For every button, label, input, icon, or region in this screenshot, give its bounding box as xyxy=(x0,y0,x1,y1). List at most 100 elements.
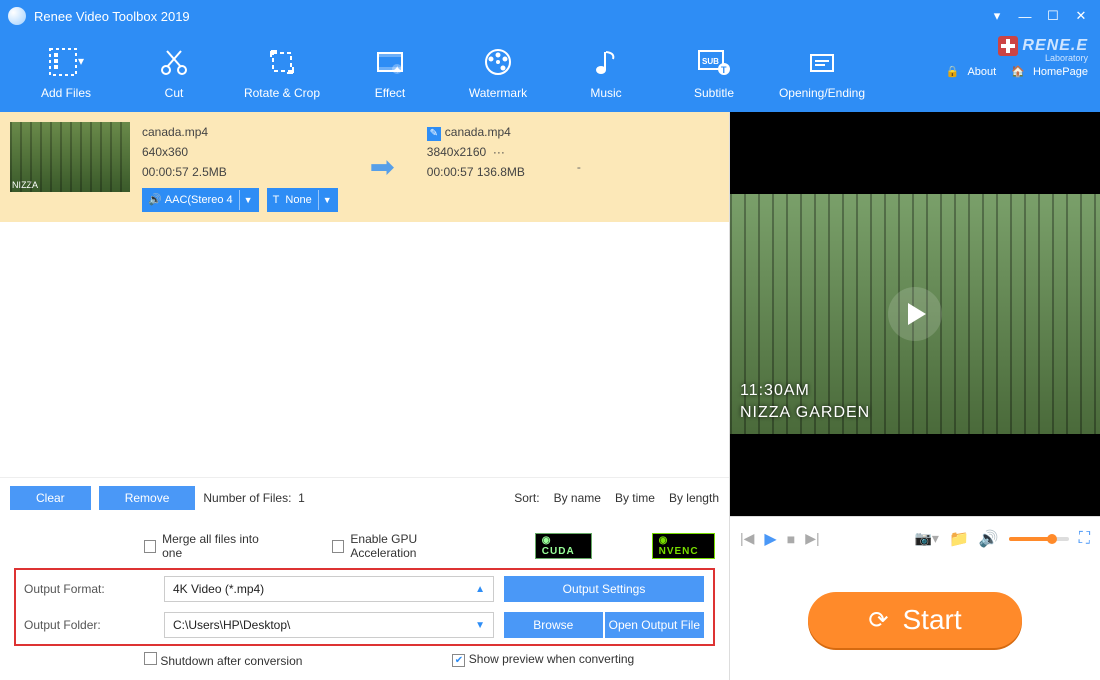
output-size: 136.8MB xyxy=(477,165,525,179)
tool-label: Music xyxy=(590,86,621,100)
progress-cell: - xyxy=(537,160,581,174)
main-toolbar: ▾ Add Files Cut Rotate & Crop ✦ Effect W… xyxy=(0,32,1100,112)
edit-icon[interactable]: ✎ xyxy=(427,127,441,141)
svg-text:▾: ▾ xyxy=(78,54,84,68)
tool-label: Watermark xyxy=(469,86,527,100)
volume-slider[interactable] xyxy=(1009,537,1069,541)
chevron-down-icon: ▼ xyxy=(239,190,253,210)
sort-label: Sort: xyxy=(514,491,539,505)
gpu-checkbox[interactable]: Enable GPU Acceleration xyxy=(332,532,474,560)
tool-label: Cut xyxy=(165,86,184,100)
svg-text:✦: ✦ xyxy=(393,65,401,76)
rotate-crop-button[interactable]: Rotate & Crop xyxy=(228,44,336,100)
arrow-icon: ➡ xyxy=(350,150,415,185)
cuda-badge: ◉ CUDA xyxy=(535,533,592,559)
tool-label: Subtitle xyxy=(694,86,734,100)
start-button[interactable]: ⟳Start xyxy=(808,592,1021,648)
checkbox-icon xyxy=(144,540,156,553)
play-overlay-icon[interactable] xyxy=(888,287,942,341)
maximize-button[interactable]: ☐ xyxy=(1042,5,1064,27)
audio-chip[interactable]: 🔊 AAC(Stereo 4▼ xyxy=(142,188,259,212)
volume-icon[interactable]: 🔊 xyxy=(979,529,999,549)
add-files-icon: ▾ xyxy=(48,44,84,80)
checkbox-icon xyxy=(332,540,344,553)
source-thumbnail[interactable]: NIZZA xyxy=(10,122,130,192)
source-duration: 00:00:57 xyxy=(142,165,189,179)
snapshot-button[interactable]: 📷▾ xyxy=(914,530,938,547)
text-icon: T xyxy=(273,190,280,210)
next-button[interactable]: ▶| xyxy=(805,530,819,547)
source-filename: canada.mp4 xyxy=(142,122,338,142)
app-title: Renee Video Toolbox 2019 xyxy=(34,9,190,24)
remove-button[interactable]: Remove xyxy=(99,486,196,510)
app-logo-icon xyxy=(8,7,26,25)
title-bar: Renee Video Toolbox 2019 ▾ — ☐ ✕ xyxy=(0,0,1100,32)
chevron-down-icon: ▼ xyxy=(318,190,332,210)
sort-by-time[interactable]: By time xyxy=(615,491,655,505)
svg-text:T: T xyxy=(721,65,727,75)
dropdown-icon[interactable]: ▾ xyxy=(986,5,1008,27)
add-files-button[interactable]: ▾ Add Files xyxy=(12,44,120,100)
opening-ending-button[interactable]: Opening/Ending xyxy=(768,44,876,100)
output-more[interactable]: ··· xyxy=(493,145,505,159)
bottom-panel: Merge all files into one Enable GPU Acce… xyxy=(0,518,729,680)
file-row[interactable]: NIZZA canada.mp4 640x360 00:00:57 2.5MB … xyxy=(0,112,729,222)
cut-icon xyxy=(156,44,192,80)
browse-button[interactable]: Browse xyxy=(504,612,603,638)
chevron-up-icon: ▲ xyxy=(475,584,485,595)
output-settings-group: Output Format: 4K Video (*.mp4)▲ Output … xyxy=(14,568,715,646)
open-output-button[interactable]: Open Output File xyxy=(605,612,704,638)
stop-button[interactable]: ■ xyxy=(787,531,795,547)
checkbox-icon: ✔ xyxy=(452,654,465,667)
preview-overlay-text: 11:30AM NIZZA GARDEN xyxy=(740,380,870,424)
output-settings-button[interactable]: Output Settings xyxy=(504,576,704,602)
homepage-link[interactable]: 🏠HomePage xyxy=(1005,66,1088,78)
brand-cross-icon xyxy=(998,36,1018,56)
lock-icon: 🔒 xyxy=(946,66,960,78)
file-list-area xyxy=(0,222,729,477)
music-button[interactable]: Music xyxy=(552,44,660,100)
cut-button[interactable]: Cut xyxy=(120,44,228,100)
clear-button[interactable]: Clear xyxy=(10,486,91,510)
shutdown-checkbox[interactable]: Shutdown after conversion xyxy=(144,652,302,668)
svg-text:SUB: SUB xyxy=(702,57,719,66)
minimize-button[interactable]: — xyxy=(1014,5,1036,27)
effect-icon: ✦ xyxy=(372,44,408,80)
list-footer: Clear Remove Number of Files: 1 Sort: By… xyxy=(0,477,729,518)
source-info: canada.mp4 640x360 00:00:57 2.5MB 🔊 AAC(… xyxy=(142,122,338,212)
subtitle-button[interactable]: SUBT Subtitle xyxy=(660,44,768,100)
watermark-icon xyxy=(480,44,516,80)
preview-player[interactable]: 11:30AM NIZZA GARDEN xyxy=(730,112,1100,516)
tool-label: Add Files xyxy=(41,86,91,100)
player-controls: |◀ ▶ ■ ▶| 📷▾ 📁 🔊 ⛶ xyxy=(730,516,1100,560)
output-info: ✎canada.mp4 3840x2160 ··· 00:00:57 136.8… xyxy=(427,122,525,182)
open-folder-button[interactable]: 📁 xyxy=(949,529,969,549)
prev-button[interactable]: |◀ xyxy=(740,530,754,547)
output-folder-label: Output Folder: xyxy=(24,618,154,632)
effect-button[interactable]: ✦ Effect xyxy=(336,44,444,100)
music-icon xyxy=(588,44,624,80)
close-button[interactable]: ✕ xyxy=(1070,5,1092,27)
tool-label: Opening/Ending xyxy=(779,86,865,100)
subtitle-icon: SUBT xyxy=(696,44,732,80)
output-format-select[interactable]: 4K Video (*.mp4)▲ xyxy=(164,576,494,602)
merge-checkbox[interactable]: Merge all files into one xyxy=(144,532,272,560)
fullscreen-button[interactable]: ⛶ xyxy=(1079,530,1090,548)
output-format-label: Output Format: xyxy=(24,582,154,596)
file-count-label: Number of Files: 1 xyxy=(203,491,304,505)
opening-ending-icon xyxy=(804,44,840,80)
tool-label: Rotate & Crop xyxy=(244,86,320,100)
source-size: 2.5MB xyxy=(192,165,227,179)
play-button[interactable]: ▶ xyxy=(764,529,776,549)
source-resolution: 640x360 xyxy=(142,142,338,162)
output-folder-select[interactable]: C:\Users\HP\Desktop\▼ xyxy=(164,612,494,638)
output-filename: canada.mp4 xyxy=(445,125,511,139)
preview-checkbox[interactable]: ✔ Show preview when converting xyxy=(452,652,634,668)
sort-by-name[interactable]: By name xyxy=(554,491,601,505)
subtitle-chip[interactable]: T None▼ xyxy=(267,188,338,212)
nvenc-badge: ◉ NVENC xyxy=(652,533,715,559)
sort-by-length[interactable]: By length xyxy=(669,491,719,505)
watermark-button[interactable]: Watermark xyxy=(444,44,552,100)
about-link[interactable]: 🔒About xyxy=(940,66,996,78)
tool-label: Effect xyxy=(375,86,405,100)
